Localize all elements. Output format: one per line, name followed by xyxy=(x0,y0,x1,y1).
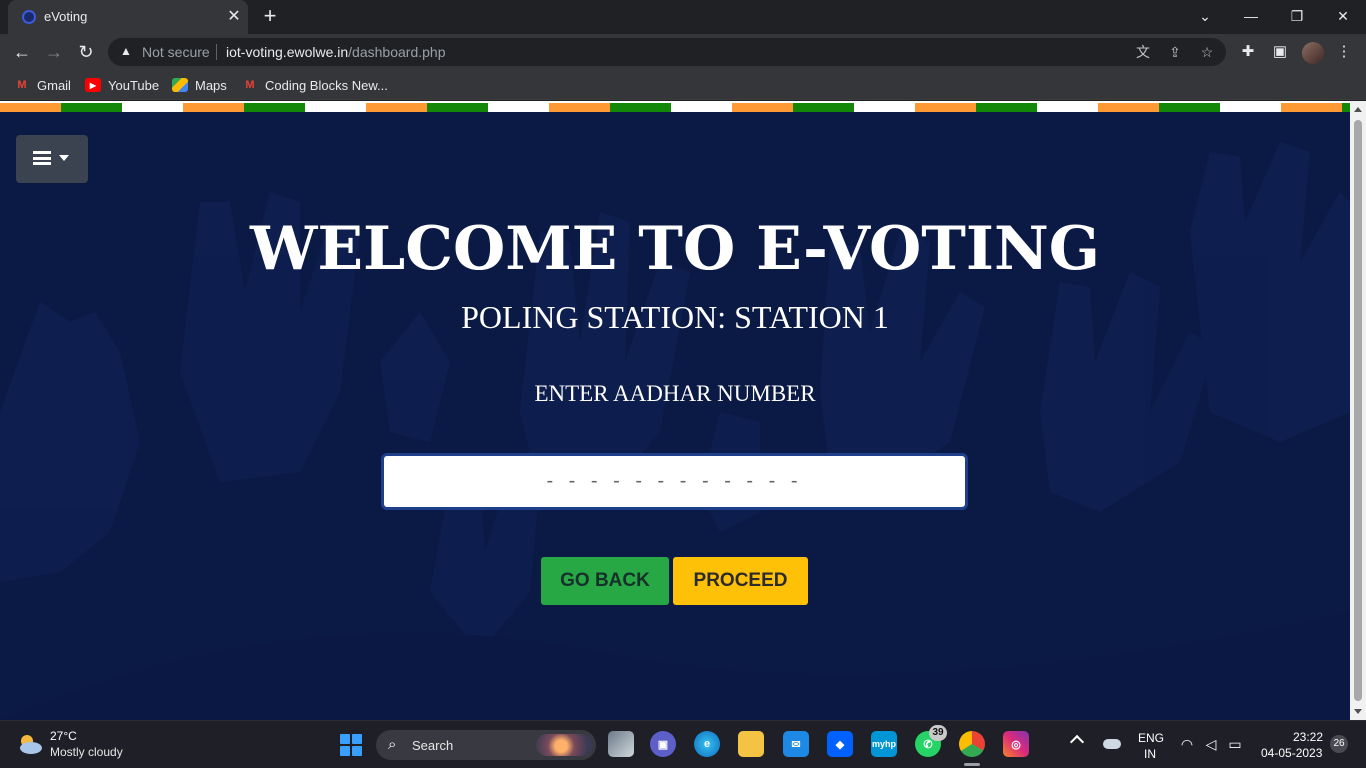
windows-start-icon[interactable] xyxy=(340,734,362,756)
aadhar-input[interactable] xyxy=(381,453,968,510)
search-label: Search xyxy=(412,738,454,753)
onedrive-cloud-icon[interactable] xyxy=(1103,739,1121,749)
raised-hands-background xyxy=(0,142,1350,720)
bookmark-label: Gmail xyxy=(37,77,71,93)
security-label[interactable]: Not secure xyxy=(142,44,210,60)
restore-button[interactable]: ❐ xyxy=(1285,5,1309,27)
page-title: WELCOME TO E-VOTING xyxy=(249,214,1101,284)
chrome-icon[interactable] xyxy=(959,731,985,757)
weather-temperature[interactable]: 27°C xyxy=(50,729,77,743)
bookmark-label: Maps xyxy=(195,77,227,93)
tricolor-top-line xyxy=(0,101,1350,103)
hamburger-icon xyxy=(33,151,51,165)
page-scrollbar[interactable] xyxy=(1350,101,1366,720)
scrollbar-thumb[interactable] xyxy=(1354,120,1362,701)
page-viewport: WELCOME TO E-VOTING POLING STATION: STAT… xyxy=(0,101,1350,720)
forward-arrow-icon[interactable]: → xyxy=(42,40,66,64)
extensions-icon[interactable]: ✚ xyxy=(1238,42,1258,62)
back-arrow-icon[interactable]: ← xyxy=(10,40,34,64)
teams-chat-icon[interactable]: ▣ xyxy=(650,731,676,757)
instagram-icon[interactable]: ◎ xyxy=(1003,731,1029,757)
notification-count-badge[interactable]: 26 xyxy=(1330,735,1348,753)
url-text[interactable]: iot-voting.ewolwe.in/dashboard.php xyxy=(226,44,445,60)
gmail-icon: M xyxy=(245,79,255,91)
dropbox-icon[interactable]: ◆ xyxy=(827,731,853,757)
tab-evoting[interactable]: eVoting ✕ xyxy=(8,0,248,34)
translate-icon[interactable]: 文 xyxy=(1133,42,1153,62)
language-region[interactable]: IN xyxy=(1144,747,1156,761)
site-favicon-icon xyxy=(22,10,36,24)
aadhar-label: ENTER AADHAR NUMBER xyxy=(534,381,816,406)
station-heading: POLING STATION: STATION 1 xyxy=(461,299,889,335)
share-icon[interactable]: ⇪ xyxy=(1165,42,1185,62)
url-path: /dashboard.php xyxy=(348,44,446,60)
bookmark-star-icon[interactable]: ☆ xyxy=(1197,42,1217,62)
show-hidden-icons-chevron-icon[interactable] xyxy=(1069,734,1085,750)
reload-icon[interactable]: ↻ xyxy=(74,40,98,64)
volume-icon[interactable]: ◁ xyxy=(1202,735,1220,753)
language-code[interactable]: ENG xyxy=(1138,731,1164,745)
tab-strip: eVoting ✕ + ⌄ — ❐ ✕ xyxy=(0,0,1366,34)
scroll-up-icon[interactable] xyxy=(1354,107,1362,112)
taskbar: 27°C Mostly cloudy ⌕ Search ▣ e ✉ ◆ myhp… xyxy=(0,720,1366,768)
new-tab-button[interactable]: + xyxy=(258,4,282,28)
more-menu-icon[interactable]: ⋮ xyxy=(1334,42,1354,62)
bookmark-youtube[interactable]: ▶ YouTube xyxy=(85,76,159,94)
proceed-button[interactable]: PROCEED xyxy=(673,557,808,605)
myhp-icon[interactable]: myhp xyxy=(871,731,897,757)
search-highlight-art xyxy=(536,734,592,756)
scroll-down-icon[interactable] xyxy=(1354,709,1362,714)
bookmark-gmail[interactable]: M Gmail xyxy=(14,76,71,94)
address-bar[interactable]: ▲ Not secure iot-voting.ewolwe.in/dashbo… xyxy=(108,38,1226,66)
battery-icon[interactable]: ▭ xyxy=(1226,735,1244,753)
edge-icon[interactable]: e xyxy=(694,731,720,757)
bookmarks-bar: M Gmail ▶ YouTube Maps M Coding Blocks N… xyxy=(0,70,1366,100)
weather-cloudy-icon[interactable] xyxy=(16,731,44,757)
caret-down-icon xyxy=(59,155,69,161)
close-window-button[interactable]: ✕ xyxy=(1331,5,1355,27)
weather-description[interactable]: Mostly cloudy xyxy=(50,745,123,759)
maps-icon xyxy=(172,78,188,92)
url-host: iot-voting.ewolwe.in xyxy=(226,44,349,60)
go-back-button[interactable]: GO BACK xyxy=(541,557,669,605)
file-explorer-icon[interactable] xyxy=(738,731,764,757)
wifi-icon[interactable]: ◠ xyxy=(1178,735,1196,753)
menu-dropdown-button[interactable] xyxy=(16,135,88,183)
omnibox-divider xyxy=(216,44,217,60)
taskbar-search[interactable]: ⌕ Search xyxy=(376,730,596,760)
browser-toolbar: ← → ↻ ▲ Not secure iot-voting.ewolwe.in/… xyxy=(0,34,1366,70)
bookmark-maps[interactable]: Maps xyxy=(172,76,227,94)
task-view-icon[interactable] xyxy=(608,731,634,757)
bookmark-label: YouTube xyxy=(108,77,160,93)
gmail-icon: M xyxy=(17,79,27,91)
mail-icon[interactable]: ✉ xyxy=(783,731,809,757)
minimize-button[interactable]: — xyxy=(1239,5,1263,27)
whatsapp-icon[interactable]: ✆ 39 xyxy=(915,725,947,757)
bookmark-coding-blocks[interactable]: M Coding Blocks New... xyxy=(242,76,388,94)
profile-avatar[interactable] xyxy=(1302,42,1324,64)
bookmark-label: Coding Blocks New... xyxy=(265,77,388,93)
tab-title: eVoting xyxy=(44,9,88,24)
warning-icon[interactable]: ▲ xyxy=(120,44,132,58)
close-tab-icon[interactable]: ✕ xyxy=(224,7,244,27)
chrome-active-indicator xyxy=(964,763,980,766)
clock-date[interactable]: 04-05-2023 xyxy=(1261,746,1322,760)
search-icon: ⌕ xyxy=(388,736,397,753)
whatsapp-badge: 39 xyxy=(929,725,947,741)
youtube-icon: ▶ xyxy=(85,78,101,92)
clock-time[interactable]: 23:22 xyxy=(1293,730,1323,744)
tab-search-chevron-icon[interactable]: ⌄ xyxy=(1193,5,1217,27)
side-panel-icon[interactable]: ▣ xyxy=(1270,42,1290,62)
